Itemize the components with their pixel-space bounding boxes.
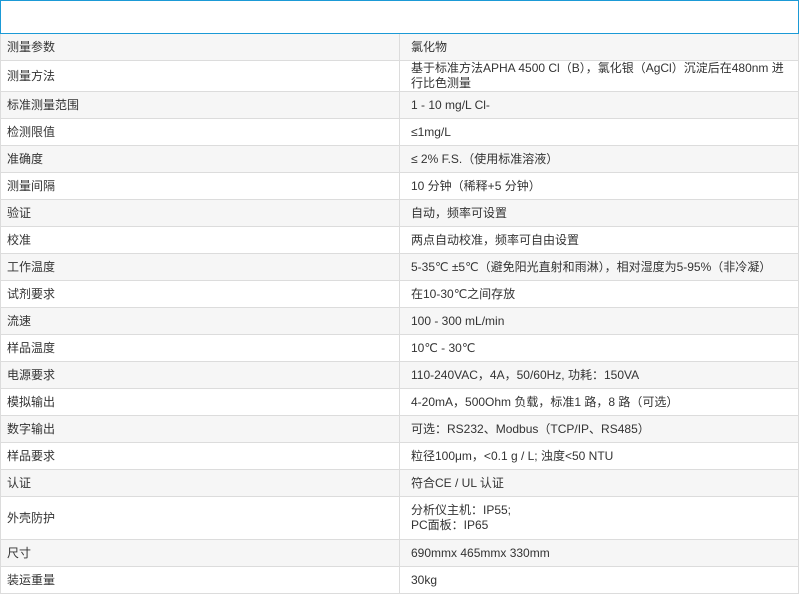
row-value: 自动，频率可设置 [399,199,799,227]
row-value: 粒径100μm，<0.1 g / L; 浊度<50 NTU [399,442,799,470]
row-label: 样品要求 [0,442,400,470]
row-label: 检测限值 [0,118,400,146]
row-label: 装运重量 [0,566,400,594]
row-value: 10 分钟（稀释+5 分钟） [399,172,799,200]
table-row: 装运重量 30kg [0,566,799,594]
spec-table: 技术指标 测量参数 氯化物 测量方法 基于标准方法APHA 4500 Cl（B），氯… [0,0,799,594]
row-value: 两点自动校准，频率可自由设置 [399,226,799,254]
table-row: 准确度 ≤ 2% F.S.（使用标准溶液） [0,145,799,173]
table-row: 模拟输出 4-20mA，500Ohm 负载，标准1 路，8 路（可选） [0,388,799,416]
row-value: 符合CE / UL 认证 [399,469,799,497]
row-label: 模拟输出 [0,388,400,416]
row-label: 测量间隔 [0,172,400,200]
table-header-row: 技术指标 [0,0,799,34]
row-label: 试剂要求 [0,280,400,308]
row-value: 690mmx 465mmx 330mm [399,539,799,567]
row-label: 标准测量范围 [0,91,400,119]
table-title: 技术指标 [0,0,799,34]
row-value: 分析仪主机：IP55; PC面板：IP65 [399,496,799,540]
row-label: 尺寸 [0,539,400,567]
table-row: 校准 两点自动校准，频率可自由设置 [0,226,799,254]
row-value: ≤ 2% F.S.（使用标准溶液） [399,145,799,173]
row-label: 电源要求 [0,361,400,389]
table-row: 外壳防护 分析仪主机：IP55; PC面板：IP65 [0,496,799,540]
row-label: 验证 [0,199,400,227]
row-value: 4-20mA，500Ohm 负载，标准1 路，8 路（可选） [399,388,799,416]
row-value: ≤1mg/L [399,118,799,146]
row-label: 认证 [0,469,400,497]
table-row: 工作温度 5-35℃ ±5℃（避免阳光直射和雨淋），相对湿度为5-95%（非冷凝） [0,253,799,281]
row-value: 在10-30℃之间存放 [399,280,799,308]
row-label: 测量方法 [0,60,400,92]
row-label: 校准 [0,226,400,254]
table-row: 测量参数 氯化物 [0,33,799,61]
row-label: 流速 [0,307,400,335]
row-label: 工作温度 [0,253,400,281]
row-value: 10℃ - 30℃ [399,334,799,362]
table-row: 测量方法 基于标准方法APHA 4500 Cl（B），氯化银（AgCl）沉淀后在4… [0,60,799,92]
table-row: 认证 符合CE / UL 认证 [0,469,799,497]
row-label: 样品温度 [0,334,400,362]
table-row: 标准测量范围 1 - 10 mg/L Cl- [0,91,799,119]
table-row: 测量间隔 10 分钟（稀释+5 分钟） [0,172,799,200]
table-row: 流速 100 - 300 mL/min [0,307,799,335]
row-value: 30kg [399,566,799,594]
row-value: 5-35℃ ±5℃（避免阳光直射和雨淋），相对湿度为5-95%（非冷凝） [399,253,799,281]
row-value: 基于标准方法APHA 4500 Cl（B），氯化银（AgCl）沉淀后在480nm… [399,60,799,92]
row-value: 1 - 10 mg/L Cl- [399,91,799,119]
row-label: 测量参数 [0,33,400,61]
table-row: 电源要求 110-240VAC，4A，50/60Hz, 功耗：150VA [0,361,799,389]
row-value: 氯化物 [399,33,799,61]
row-label: 外壳防护 [0,496,400,540]
table-row: 样品温度 10℃ - 30℃ [0,334,799,362]
table-row: 试剂要求 在10-30℃之间存放 [0,280,799,308]
table-row: 尺寸 690mmx 465mmx 330mm [0,539,799,567]
row-value: 可选：RS232、Modbus（TCP/IP、RS485） [399,415,799,443]
row-value: 110-240VAC，4A，50/60Hz, 功耗：150VA [399,361,799,389]
row-value: 100 - 300 mL/min [399,307,799,335]
table-row: 样品要求 粒径100μm，<0.1 g / L; 浊度<50 NTU [0,442,799,470]
table-row: 数字输出 可选：RS232、Modbus（TCP/IP、RS485） [0,415,799,443]
table-row: 验证 自动，频率可设置 [0,199,799,227]
row-label: 准确度 [0,145,400,173]
table-row: 检测限值 ≤1mg/L [0,118,799,146]
row-label: 数字输出 [0,415,400,443]
